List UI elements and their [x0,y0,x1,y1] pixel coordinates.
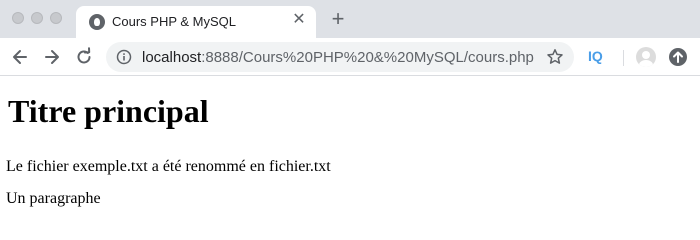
rename-message: Le fichier exemple.txt a été renommé en … [6,158,331,175]
close-tab-icon[interactable]: ✕ [291,12,307,28]
maximize-window-button[interactable] [50,12,62,24]
update-arrow-icon[interactable] [668,47,688,67]
page-content: Titre principal Le fichier exemple.txt a… [0,76,700,220]
reload-icon[interactable] [74,47,94,67]
profile-avatar[interactable] [636,47,656,67]
close-window-button[interactable] [12,12,24,24]
page-heading: Titre principal [8,93,209,129]
tab-title: Cours PHP & MySQL [112,14,237,29]
new-tab-button[interactable]: + [328,8,348,30]
toolbar-divider [623,50,624,66]
browser-toolbar: localhost:8888/Cours%20PHP%20&%20MySQL/c… [0,38,700,76]
url-path: :8888/Cours%20PHP%20&%20MySQL/cours.php [201,49,534,66]
minimize-window-button[interactable] [31,12,43,24]
address-bar[interactable]: localhost:8888/Cours%20PHP%20&%20MySQL/c… [106,42,574,72]
back-arrow-icon[interactable] [10,47,30,67]
info-icon[interactable] [116,49,132,65]
forward-arrow-icon[interactable] [42,47,62,67]
url-text[interactable]: localhost:8888/Cours%20PHP%20&%20MySQL/c… [142,49,534,66]
tab-strip: Cours PHP & MySQL ✕ + [0,0,700,38]
url-host: localhost [142,49,202,66]
bookmark-star-icon[interactable] [546,48,564,66]
browser-tab[interactable]: Cours PHP & MySQL ✕ [76,6,316,38]
iq-extension-icon[interactable]: IQ [588,48,603,64]
paragraph: Un paragraphe [6,190,101,207]
globe-icon [89,14,105,30]
